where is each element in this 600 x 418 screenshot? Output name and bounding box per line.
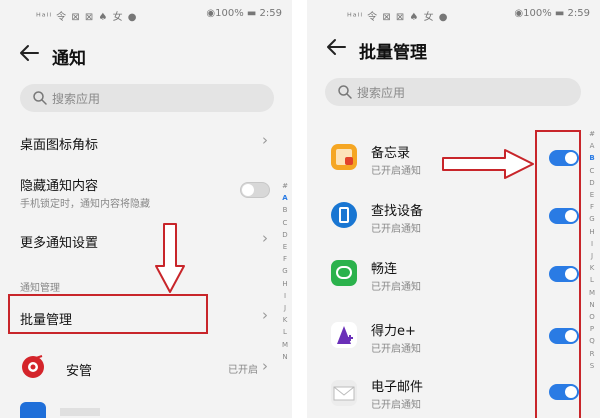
title-bar: 批量管理 [307,28,600,68]
alphabet-index[interactable]: # A B C D E F G H I J K L M N [279,180,291,363]
notification-toggle[interactable] [549,150,579,166]
app-name: 安管 [66,364,93,379]
app-row: 电子邮件 已开启通知 [307,370,600,418]
hide-content-description: 手机锁定时，通知内容将隐藏 [20,199,150,210]
notification-toggle[interactable] [549,384,579,400]
desktop-badge-row[interactable]: 桌面图标角标 › [0,120,292,164]
meetime-icon [331,260,357,286]
chevron-right-icon: › [262,131,268,149]
app-icon-partial [20,402,46,418]
app-row[interactable]: 安管 已开启 › [0,348,292,386]
batch-manage-label: 批量管理 [20,313,73,328]
more-settings-row[interactable]: 更多通知设置 › [0,222,292,258]
app-name: 备忘录 [371,146,411,161]
search-icon [338,85,352,99]
status-icons: ᴴᵃˡˡ 令 ⊠ ⊠ ♠ 女 ● [347,12,449,23]
battery-time: ◉100% ▬ 2:59 [206,8,282,19]
deli-icon [331,322,357,348]
status-bar: ᴴᵃˡˡ 令 ⊠ ⊠ ♠ 女 ● ◉100% ▬ 2:59 [307,8,600,24]
security-app-icon [20,354,46,380]
chevron-right-icon: › [262,229,268,247]
search-input[interactable]: 搜索应用 [20,84,274,112]
app-name: 得力e+ [371,324,416,339]
hide-content-toggle[interactable] [240,182,270,198]
section-label: 通知管理 [20,283,60,294]
app-status: 已开启通知 [371,400,421,411]
email-icon [331,380,357,406]
status-icons: ᴴᵃˡˡ 令 ⊠ ⊠ ♠ 女 ● [36,12,138,23]
notification-settings-screen: ᴴᵃˡˡ 令 ⊠ ⊠ ♠ 女 ● ◉100% ▬ 2:59 通知 搜索应用 桌面… [0,0,292,418]
notification-toggle[interactable] [549,266,579,282]
notification-toggle[interactable] [549,328,579,344]
notification-toggle[interactable] [549,208,579,224]
app-status: 已开启通知 [371,344,421,355]
search-icon [33,91,47,105]
app-status: 已开启通知 [371,282,421,293]
memo-icon [331,144,357,170]
page-title: 批量管理 [359,43,427,63]
title-bar: 通知 [0,34,292,74]
app-row: 得力e+ 已开启通知 [307,312,600,364]
batch-manage-row[interactable]: 批量管理 › [0,296,292,336]
chevron-right-icon: › [262,357,268,375]
annotation-right-arrow-icon [442,149,534,179]
app-name: 畅连 [371,262,398,277]
status-bar: ᴴᵃˡˡ 令 ⊠ ⊠ ♠ 女 ● ◉100% ▬ 2:59 [0,8,292,24]
alphabet-index[interactable]: # A B C D E F G H I J K L M N O P Q R S [586,128,598,372]
page-title: 通知 [52,49,86,69]
app-status: 已开启通知 [371,166,421,177]
app-row: 畅连 已开启通知 [307,250,600,302]
desktop-badge-label: 桌面图标角标 [20,138,99,153]
back-arrow-icon[interactable] [18,42,40,64]
chevron-right-icon: › [262,306,268,324]
battery-time: ◉100% ▬ 2:59 [514,8,590,19]
hide-content-row: 隐藏通知内容 手机锁定时，通知内容将隐藏 [0,166,292,214]
search-placeholder: 搜索应用 [52,92,101,106]
find-device-icon [331,202,357,228]
more-settings-label: 更多通知设置 [20,236,99,251]
app-row: 查找设备 已开启通知 [307,192,600,244]
app-name: 电子邮件 [371,380,424,395]
hide-content-label: 隐藏通知内容 [20,179,99,194]
annotation-down-arrow-icon [155,223,185,293]
app-status: 已开启 [228,365,258,376]
app-name-partial [60,408,100,416]
app-name: 查找设备 [371,204,424,219]
app-status: 已开启通知 [371,224,421,235]
search-placeholder: 搜索应用 [357,86,406,100]
batch-manage-screen: ᴴᵃˡˡ 令 ⊠ ⊠ ♠ 女 ● ◉100% ▬ 2:59 批量管理 搜索应用 … [307,0,600,418]
search-input[interactable]: 搜索应用 [325,78,581,106]
back-arrow-icon[interactable] [325,36,347,58]
